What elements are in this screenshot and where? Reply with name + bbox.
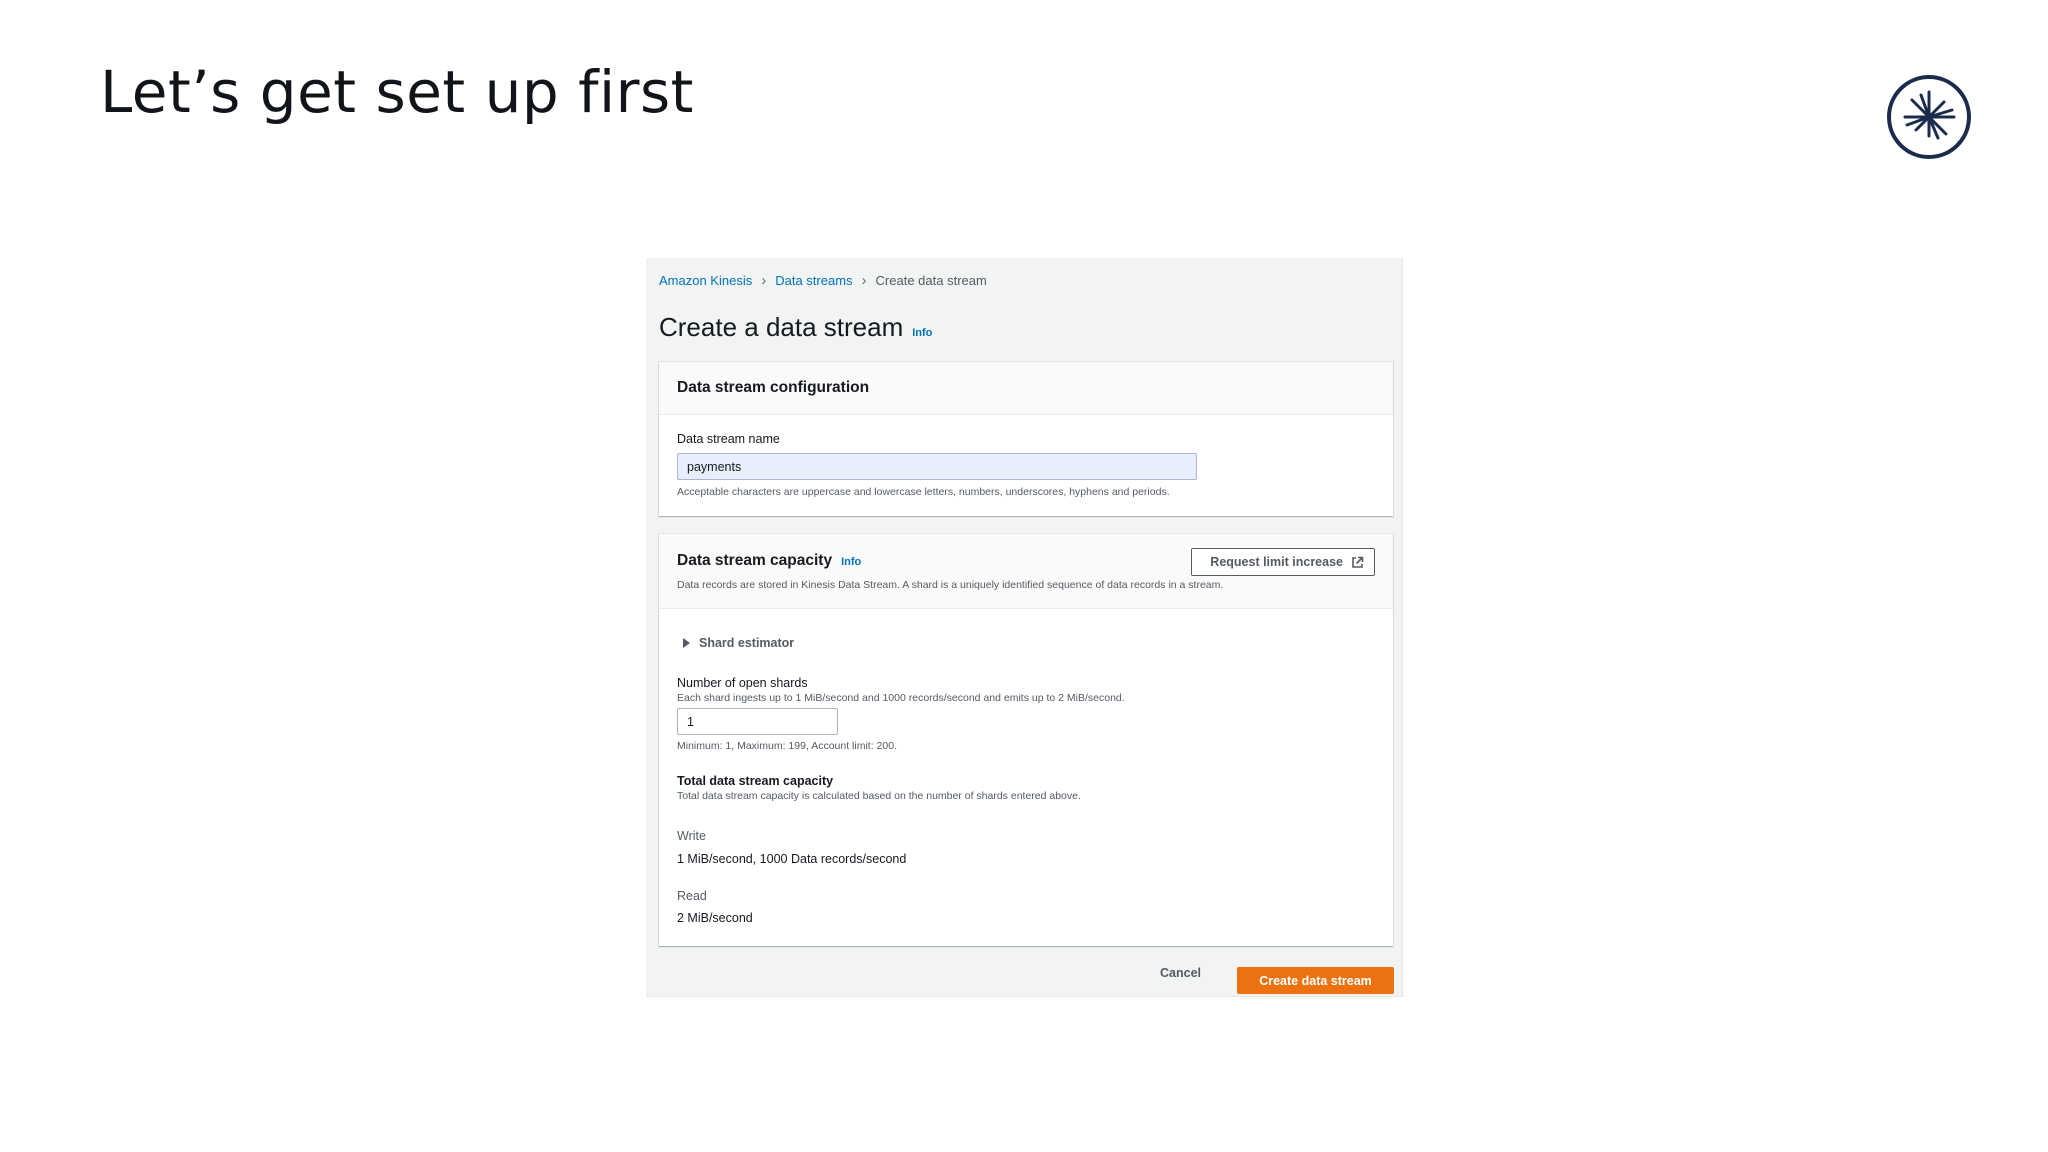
data-stream-name-input[interactable]	[677, 453, 1197, 480]
breadcrumb-data-streams[interactable]: Data streams	[775, 273, 852, 288]
card-header: Data stream configuration	[659, 362, 1393, 415]
data-stream-name-label: Data stream name	[677, 432, 780, 446]
shard-estimator-label: Shard estimator	[699, 636, 795, 650]
open-shards-label: Number of open shards	[677, 676, 808, 690]
page-title: Create a data stream	[659, 312, 904, 342]
cancel-button[interactable]: Cancel	[1160, 966, 1201, 980]
open-shards-input[interactable]	[677, 708, 838, 735]
card-title: Data stream capacity	[677, 552, 833, 569]
total-capacity-description: Total data stream capacity is calculated…	[677, 790, 1081, 802]
data-stream-name-hint: Acceptable characters are uppercase and …	[677, 486, 1170, 498]
chevron-right-icon: ›	[761, 272, 767, 289]
open-shards-hint: Minimum: 1, Maximum: 199, Account limit:…	[677, 740, 897, 752]
starburst-logo-icon	[1886, 74, 1972, 160]
chevron-right-icon: ›	[861, 272, 867, 289]
caret-right-icon	[683, 638, 690, 648]
external-link-icon	[1352, 556, 1364, 568]
write-value: 1 MiB/second, 1000 Data records/second	[677, 852, 907, 866]
open-shards-description: Each shard ingests up to 1 MiB/second an…	[677, 692, 1125, 704]
write-label: Write	[677, 829, 706, 843]
card-title: Data stream configuration	[677, 379, 870, 396]
page-heading: Create a data stream Info	[659, 312, 932, 343]
card-header: Data stream capacity Info Data records a…	[659, 534, 1393, 609]
data-stream-capacity-card: Data stream capacity Info Data records a…	[659, 534, 1393, 946]
read-label: Read	[677, 889, 707, 903]
breadcrumb-amazon-kinesis[interactable]: Amazon Kinesis	[659, 273, 752, 288]
slide-title: Let’s get set up first	[100, 58, 694, 126]
total-capacity-title: Total data stream capacity	[677, 774, 834, 788]
capacity-info-link[interactable]: Info	[841, 556, 861, 568]
breadcrumb-current: Create data stream	[875, 273, 987, 288]
capacity-description: Data records are stored in Kinesis Data …	[677, 579, 1224, 591]
breadcrumb: Amazon Kinesis › Data streams › Create d…	[659, 273, 987, 288]
create-data-stream-button[interactable]: Create data stream	[1237, 967, 1394, 994]
aws-console-screenshot: Amazon Kinesis › Data streams › Create d…	[646, 258, 1403, 997]
request-limit-increase-button[interactable]: Request limit increase	[1191, 548, 1375, 576]
card-title-row: Data stream capacity Info	[677, 552, 861, 570]
request-limit-increase-label: Request limit increase	[1210, 555, 1343, 569]
read-value: 2 MiB/second	[677, 911, 753, 925]
shard-estimator-expander[interactable]: Shard estimator	[683, 636, 794, 650]
page-info-link[interactable]: Info	[912, 327, 932, 339]
data-stream-configuration-card: Data stream configuration Data stream na…	[659, 362, 1393, 516]
